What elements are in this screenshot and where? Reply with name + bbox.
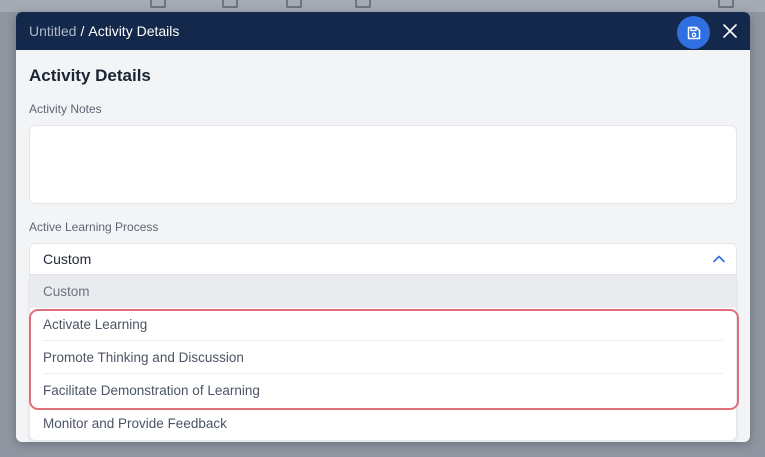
modal-body: Activity Details Activity Notes Active L… <box>16 50 750 441</box>
dropdown-option-activate-learning[interactable]: Activate Learning <box>30 308 736 341</box>
dropdown-option-facilitate-demonstration[interactable]: Facilitate Demonstration of Learning <box>30 374 736 407</box>
background-toolbar-icon <box>150 0 166 8</box>
modal-header: Untitled / Activity Details <box>16 12 750 50</box>
save-button[interactable] <box>677 16 710 49</box>
active-learning-process-select[interactable]: Custom <box>29 243 737 275</box>
dropdown-options: Custom Activate Learning Promote Thinkin… <box>29 275 739 441</box>
close-icon <box>723 24 737 38</box>
background-toolbar-icon <box>286 0 302 8</box>
breadcrumb-separator: / <box>80 23 85 39</box>
background-toolbar-icon <box>718 0 734 8</box>
breadcrumb-root[interactable]: Untitled <box>29 23 76 39</box>
activity-details-modal: Untitled / Activity Details Activity Detai… <box>16 12 750 442</box>
close-button[interactable] <box>721 22 739 40</box>
dropdown-option-monitor-feedback[interactable]: Monitor and Provide Feedback <box>30 407 736 440</box>
activity-notes-input[interactable] <box>29 125 737 204</box>
breadcrumb-current: Activity Details <box>88 23 180 39</box>
selected-value: Custom <box>43 251 92 267</box>
background-toolbar <box>0 0 765 12</box>
chevron-up-icon[interactable] <box>712 252 726 266</box>
active-learning-process-label: Active Learning Process <box>29 220 159 234</box>
breadcrumb: Untitled / Activity Details <box>29 23 179 39</box>
background-toolbar-icon <box>355 0 371 8</box>
background-toolbar-icon <box>222 0 238 8</box>
dropdown-option-custom[interactable]: Custom <box>30 275 736 308</box>
activity-notes-label: Activity Notes <box>29 102 102 116</box>
page-title: Activity Details <box>29 66 151 85</box>
save-icon <box>687 26 700 39</box>
dropdown-option-promote-thinking[interactable]: Promote Thinking and Discussion <box>30 341 736 374</box>
